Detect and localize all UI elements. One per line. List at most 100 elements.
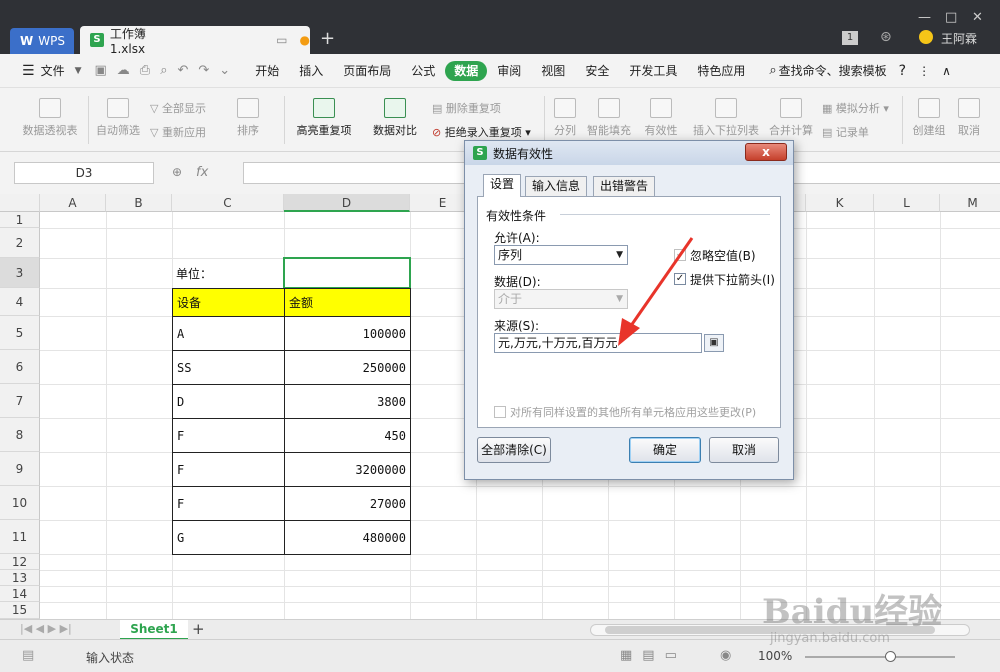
menu-security[interactable]: 安全 [575, 61, 619, 81]
smart-fill-button[interactable]: 智能填充 [584, 98, 634, 138]
row-header[interactable]: 15 [0, 602, 40, 619]
row-header[interactable]: 5 [0, 316, 40, 350]
zoom-slider-handle[interactable] [885, 651, 896, 662]
table-cell-amount[interactable]: 450 [284, 418, 411, 453]
table-cell-device[interactable]: F [172, 418, 285, 453]
table-cell-amount[interactable]: 3800 [284, 384, 411, 419]
save-icon[interactable]: ▣ [90, 63, 112, 78]
fx-icon[interactable]: fx [196, 165, 208, 180]
column-header[interactable]: M [940, 194, 1000, 212]
more-icon[interactable]: ⌄ [214, 63, 235, 78]
chevron-down-icon[interactable]: ▼ [75, 66, 82, 76]
wps-home-tab[interactable]: W WPS [10, 28, 74, 54]
macro-icon[interactable]: ▤ [22, 648, 34, 663]
unit-label-cell[interactable]: 单位： [172, 258, 284, 288]
menu-view[interactable]: 视图 [531, 61, 575, 81]
table-cell-device[interactable]: SS [172, 350, 285, 385]
tab-settings[interactable]: 设置 [483, 174, 522, 197]
row-header-selected[interactable]: 3 [0, 258, 40, 288]
ok-button[interactable]: 确定 [629, 437, 701, 463]
help-icon[interactable]: ? [899, 63, 906, 79]
minimize-icon[interactable]: — [918, 10, 931, 25]
print-preview-icon[interactable]: ⌕ [155, 63, 172, 78]
create-group-button[interactable]: 创建组 [908, 98, 950, 138]
row-header[interactable]: 2 [0, 228, 40, 258]
reapply-button[interactable]: ▽ 重新应用 [150, 124, 206, 140]
redo-icon[interactable]: ↷ [193, 63, 214, 78]
ungroup-button[interactable]: 取消 [954, 98, 984, 138]
insert-dropdown-button[interactable]: 插入下拉列表 [690, 98, 762, 138]
menu-data[interactable]: 数据 [445, 60, 488, 81]
table-cell-amount[interactable]: 27000 [284, 486, 411, 521]
tab-input-message[interactable]: 输入信息 [525, 176, 588, 196]
column-header[interactable]: B [106, 194, 172, 212]
monitor-icon[interactable]: ▭ [276, 33, 287, 47]
sheet-tab-sheet1[interactable]: Sheet1 [120, 620, 188, 640]
sheet-nav-icon[interactable]: |◀ ◀ ▶ ▶| [20, 622, 72, 635]
selected-cell-d3[interactable] [283, 257, 411, 289]
user-name[interactable]: 王阿霖 [941, 30, 977, 47]
row-header[interactable]: 11 [0, 520, 40, 554]
data-compare-button[interactable]: 数据对比 [366, 98, 424, 138]
table-header-amount[interactable]: 金额 [284, 288, 411, 317]
more-options-icon[interactable]: ⋮ [918, 64, 930, 78]
row-header[interactable]: 7 [0, 384, 40, 418]
cloud-icon[interactable]: ☁ [112, 63, 135, 78]
table-cell-amount[interactable]: 3200000 [284, 452, 411, 487]
validity-button[interactable]: 有效性 [638, 98, 684, 138]
record-form-button[interactable]: ▤ 记录单 [822, 124, 869, 140]
row-header[interactable]: 12 [0, 554, 40, 570]
select-all-corner[interactable] [0, 194, 40, 212]
table-cell-amount[interactable]: 250000 [284, 350, 411, 385]
table-cell-amount[interactable]: 100000 [284, 316, 411, 351]
menu-insert[interactable]: 插入 [289, 61, 333, 81]
column-header[interactable]: A [40, 194, 106, 212]
dialog-title-bar[interactable]: S 数据有效性 [465, 141, 793, 165]
reject-duplicates-button[interactable]: ⊘ 拒绝录入重复项 ▾ [432, 124, 531, 140]
skin-icon[interactable]: ⊛ [880, 29, 892, 45]
maximize-icon[interactable]: □ [945, 10, 957, 25]
table-cell-device[interactable]: F [172, 452, 285, 487]
row-header[interactable]: 8 [0, 418, 40, 452]
row-header[interactable]: 6 [0, 350, 40, 384]
menu-formula[interactable]: 公式 [401, 61, 445, 81]
split-column-button[interactable]: 分列 [550, 98, 580, 138]
cancel-button[interactable]: 取消 [709, 437, 779, 463]
row-header[interactable]: 13 [0, 570, 40, 586]
table-cell-device[interactable]: F [172, 486, 285, 521]
column-header[interactable]: L [874, 194, 940, 212]
row-header[interactable]: 1 [0, 212, 40, 228]
close-icon[interactable]: ✕ [972, 10, 983, 25]
column-header-selected[interactable]: D [284, 194, 410, 212]
view-mode-icons[interactable]: ▦▤▭ [620, 648, 687, 663]
column-header[interactable]: K [806, 194, 874, 212]
undo-icon[interactable]: ↶ [172, 63, 193, 78]
zoom-formula-icon[interactable]: ⊕ [172, 165, 182, 179]
column-header[interactable]: C [172, 194, 284, 212]
file-menu[interactable]: 文件 [39, 61, 75, 81]
menu-hamburger-icon[interactable]: ☰ [22, 63, 35, 79]
collapse-ribbon-icon[interactable]: ∧ [942, 64, 951, 78]
simulate-analysis-button[interactable]: ▦ 模拟分析 ▾ [822, 100, 889, 116]
search-commands[interactable]: 查找命令、搜索模板 [779, 62, 887, 79]
new-tab-button[interactable]: + [320, 28, 335, 49]
row-header[interactable]: 14 [0, 586, 40, 602]
name-box[interactable]: D3 [14, 162, 154, 184]
document-tab[interactable]: S 工作簿1.xlsx ▭ ● [80, 26, 310, 56]
pivot-table-button[interactable]: 数据透视表 [18, 98, 82, 138]
table-cell-device[interactable]: A [172, 316, 285, 351]
sort-button[interactable]: 排序 [226, 98, 270, 138]
show-all-button[interactable]: ▽ 全部显示 [150, 100, 206, 116]
autofilter-button[interactable]: 自动筛选 [94, 98, 142, 138]
menu-special[interactable]: 特色应用 [687, 61, 755, 81]
print-icon[interactable]: ⎙ [135, 63, 155, 78]
dialog-close-button[interactable]: x [745, 143, 787, 161]
zoom-slider[interactable] [805, 651, 955, 662]
menu-review[interactable]: 审阅 [487, 61, 531, 81]
merge-calc-button[interactable]: 合并计算 [766, 98, 816, 138]
apply-all-checkbox[interactable] [494, 406, 506, 418]
menu-start[interactable]: 开始 [245, 61, 289, 81]
table-header-device[interactable]: 设备 [172, 288, 285, 317]
window-count-badge[interactable]: 1 [842, 31, 858, 45]
highlight-duplicates-button[interactable]: 高亮重复项 [292, 98, 356, 138]
